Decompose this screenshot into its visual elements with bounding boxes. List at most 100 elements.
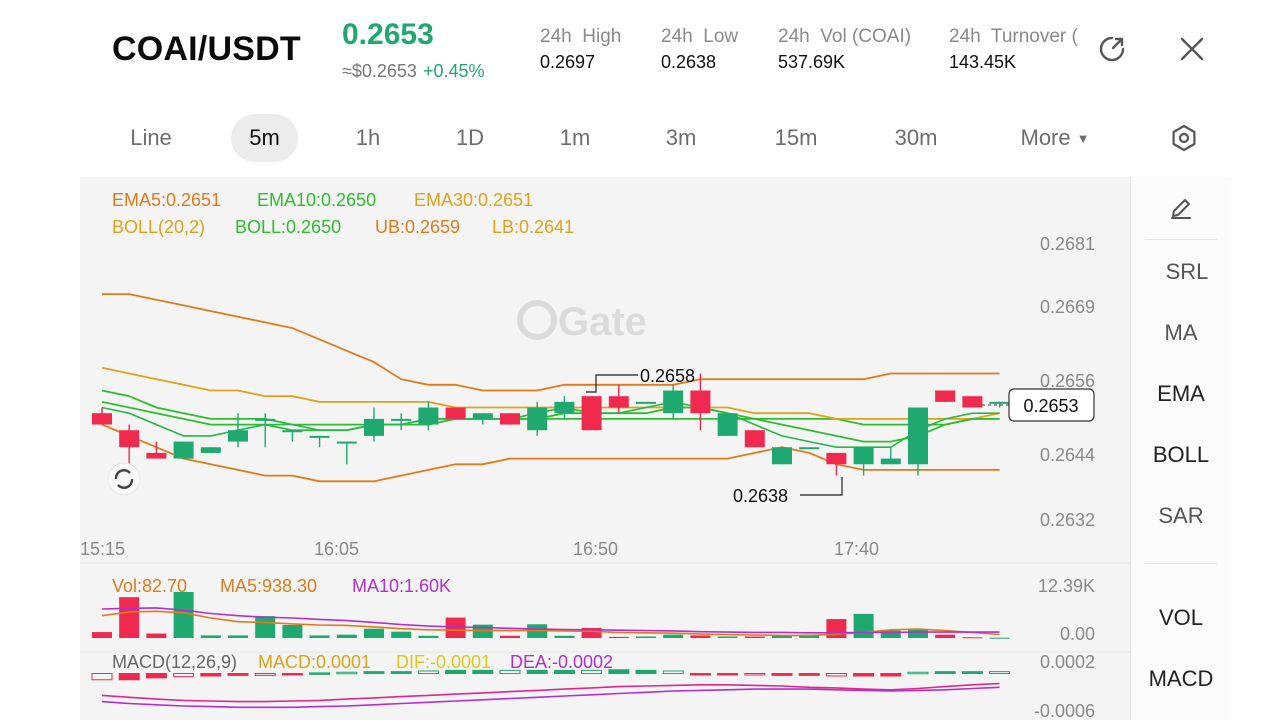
ema30-legend: EMA30:0.2651 <box>414 190 533 210</box>
vol-ma10-legend: MA10:1.60K <box>352 576 451 596</box>
boll-legend: BOLL(20,2) <box>112 217 205 237</box>
crosshair-toggle-icon[interactable] <box>107 462 141 496</box>
volume-bar <box>853 613 874 638</box>
macd-histogram-bar <box>744 673 766 676</box>
sidebar-item-boll[interactable]: BOLL <box>1131 442 1231 468</box>
volume-bar <box>554 635 575 638</box>
kline-chart[interactable]: Gate EMA5:0.2651 EMA10:0.2650 EMA30:0.26… <box>80 177 1130 720</box>
candle-body <box>445 407 466 419</box>
candle-body <box>717 413 738 436</box>
macd-histogram-bar <box>825 673 847 677</box>
macd-value-legend: MACD:0.0001 <box>258 652 371 672</box>
ema10-legend: EMA10:0.2650 <box>257 190 376 210</box>
timeframe-1m[interactable]: 1m <box>544 114 606 162</box>
macd-histogram-bar <box>689 673 711 676</box>
stat-24h-high: 24h High 0.2697 <box>540 26 621 73</box>
volume-bar <box>336 634 357 638</box>
candle-body <box>989 401 1010 404</box>
candle-body <box>663 390 684 414</box>
usd-price-line: ≈$0.2653 +0.45% <box>342 61 485 82</box>
pair-title: COAI/USDT <box>112 30 301 68</box>
candle-body <box>282 430 303 433</box>
timeframe-5m[interactable]: 5m <box>231 114 298 162</box>
dif-legend: DIF:-0.0001 <box>396 652 491 672</box>
ema5-legend: EMA5:0.2651 <box>112 190 221 210</box>
macd-histogram-bar <box>227 673 249 676</box>
macd-axis-label: -0.0006 <box>1034 701 1095 720</box>
timeframe-line[interactable]: Line <box>112 114 190 162</box>
stat-value: 0.2697 <box>540 52 596 72</box>
sidebar-item-srl[interactable]: SRL <box>1137 259 1237 285</box>
candle-body <box>608 396 629 408</box>
volume-bar <box>200 635 221 638</box>
stat-24h-low: 24h Low 0.2638 <box>661 26 738 73</box>
volume-bar <box>228 635 248 638</box>
candle-body <box>908 407 928 465</box>
volume-bar <box>608 636 629 638</box>
chart-area[interactable]: Gate EMA5:0.2651 EMA10:0.2650 EMA30:0.26… <box>80 177 1130 720</box>
volume-bar <box>391 631 412 638</box>
candle-body <box>772 447 792 465</box>
volume-bar <box>309 635 330 638</box>
sidebar-item-vol[interactable]: VOL <box>1131 605 1231 631</box>
watermark-text: Gate <box>558 300 647 344</box>
candle-body <box>581 396 602 431</box>
candle-body <box>173 441 194 459</box>
sidebar-item-ma[interactable]: MA <box>1131 320 1231 346</box>
sidebar-item-sar[interactable]: SAR <box>1131 503 1231 529</box>
macd-histogram-bar <box>336 671 358 675</box>
macd-histogram-bar <box>254 673 276 676</box>
timeframe-15m[interactable]: 15m <box>760 114 832 162</box>
volume-bar <box>908 629 928 638</box>
candle-body <box>472 413 493 419</box>
macd-histogram-bar <box>771 673 793 676</box>
volume-bar <box>364 628 384 638</box>
share-icon[interactable] <box>1097 34 1127 64</box>
candle-body <box>309 435 330 438</box>
low-marker: 0.2638 <box>733 477 843 506</box>
volume-bar <box>282 625 303 638</box>
timeframe-more-dropdown[interactable]: More ▼ <box>1000 114 1110 162</box>
boll-lb-legend: LB:0.2641 <box>492 217 574 237</box>
boll-mid-legend: BOLL:0.2650 <box>235 217 341 237</box>
candle-body <box>200 447 221 453</box>
macd-histogram-bar <box>853 673 875 677</box>
volume-bar <box>255 616 276 638</box>
sidebar-item-macd[interactable]: MACD <box>1131 666 1231 692</box>
candle-body <box>744 430 765 448</box>
macd-histogram-bar <box>281 673 303 676</box>
time-axis-label: 16:05 <box>314 539 359 559</box>
volume-bars <box>92 592 1010 639</box>
volume-bar <box>418 635 439 638</box>
dif-line <box>101 682 1000 703</box>
chart-settings-icon[interactable] <box>1160 114 1208 162</box>
stat-value: 537.69K <box>778 52 846 72</box>
sidebar-item-ema[interactable]: EMA <box>1131 381 1231 407</box>
macd-histogram-bar <box>961 671 983 674</box>
ticker-header: COAI/USDT 0.2653 ≈$0.2653 +0.45% 24h High… <box>0 0 1280 100</box>
candle-body <box>336 441 357 444</box>
macd-histogram-bar <box>717 673 739 676</box>
stat-24h-volume: 24h Vol (COAI) 537.69K <box>778 26 911 73</box>
sidebar-divider <box>1145 563 1217 564</box>
timeframe-bar: Line 5m 1h 1D 1m 3m 15m 30m More ▼ <box>0 110 1280 166</box>
macd-histogram-bar <box>907 671 929 675</box>
timeframe-1d[interactable]: 1D <box>440 114 500 162</box>
macd-histogram-bar <box>635 669 657 674</box>
timeframe-1h[interactable]: 1h <box>338 114 398 162</box>
volume-bar <box>146 633 167 638</box>
vol-legend: Vol:82.70 <box>112 576 187 596</box>
candle-body <box>119 430 140 448</box>
macd-histogram-bar <box>880 673 902 677</box>
time-axis-label: 17:40 <box>834 539 879 559</box>
candle-body <box>853 447 874 465</box>
timeframe-3m[interactable]: 3m <box>650 114 712 162</box>
timeframe-30m[interactable]: 30m <box>880 114 952 162</box>
volume-bar <box>500 635 520 638</box>
volume-bar <box>173 592 194 638</box>
draw-pencil-icon[interactable] <box>1131 195 1231 227</box>
macd-histogram-bar <box>309 672 331 675</box>
candle-body <box>962 396 983 408</box>
close-icon[interactable] <box>1177 34 1207 64</box>
volume-bar <box>636 636 656 638</box>
